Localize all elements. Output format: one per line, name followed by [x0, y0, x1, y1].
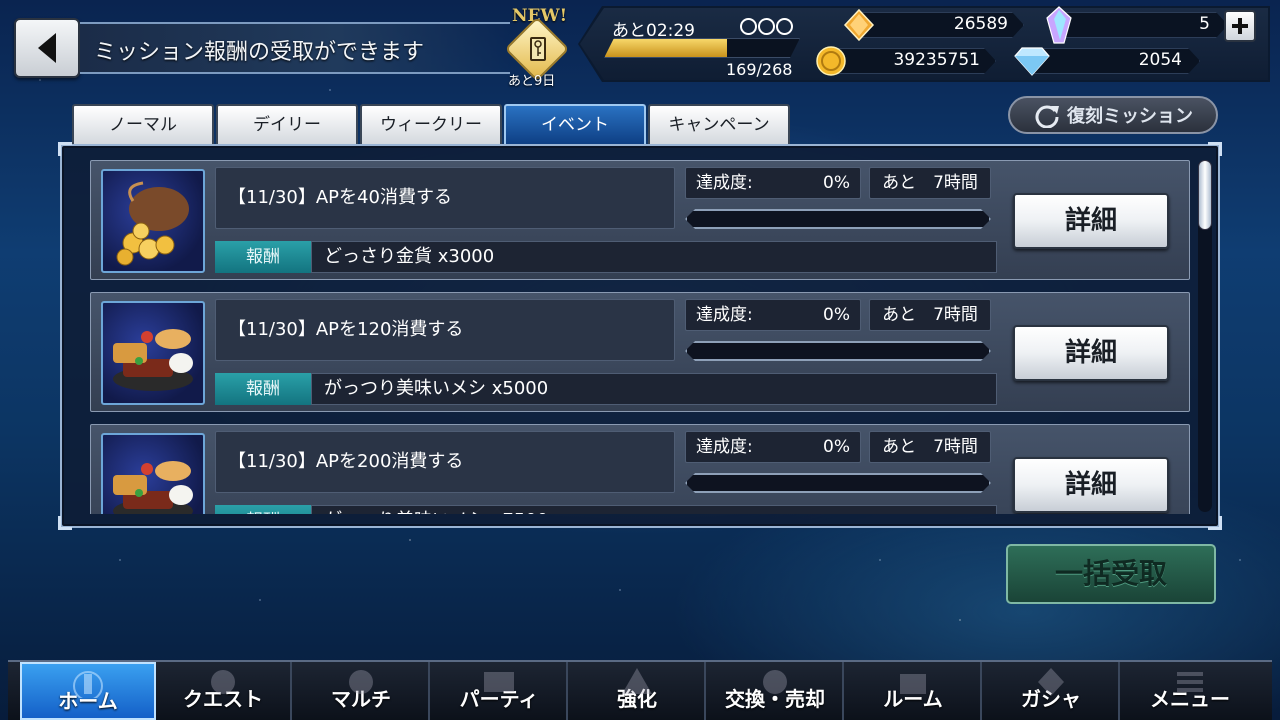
nav-home[interactable]: ホーム: [20, 662, 156, 720]
mission-list[interactable]: 【11/30】APを40消費する 報酬 どっさり金貨 x3000 達成度: 0%…: [90, 158, 1190, 514]
diamond-value: 2054: [1138, 50, 1182, 70]
reward-text: がっつり美味いメシ x5000: [311, 373, 997, 405]
party-icon: [484, 672, 514, 692]
amber-gem-icon: [843, 8, 875, 42]
panel-corner: [1208, 516, 1222, 530]
progress-bar: [685, 209, 991, 229]
time-left: あと 7時間: [869, 167, 991, 199]
room-icon: [900, 674, 926, 694]
progress-label: 達成度:: [696, 437, 753, 457]
progress-bar: [685, 473, 991, 493]
mission-row: 【11/30】APを200消費する 報酬 がっつり美味いメシ x7500 達成度…: [90, 424, 1190, 514]
food-platter-icon: [101, 433, 205, 514]
progress-box: 達成度: 0%: [685, 299, 861, 331]
gacha-icon: [1038, 668, 1064, 696]
tab-daily[interactable]: デイリー: [216, 104, 358, 144]
gold-coin-icon: [816, 46, 846, 76]
crystal-icon: [1046, 6, 1072, 44]
nav-menu[interactable]: メニュー: [1122, 662, 1258, 720]
nav-quest[interactable]: クエスト: [156, 662, 292, 720]
key-icon: [530, 37, 546, 61]
home-icon: [73, 671, 103, 698]
nav-multi[interactable]: マルチ: [294, 662, 430, 720]
detail-button[interactable]: 詳細: [1013, 325, 1169, 381]
panel-corner: [1208, 142, 1222, 156]
mission-row: 【11/30】APを40消費する 報酬 どっさり金貨 x3000 達成度: 0%…: [90, 160, 1190, 280]
detail-button[interactable]: 詳細: [1013, 457, 1169, 513]
restore-missions-button[interactable]: 復刻ミッション: [1008, 96, 1218, 134]
reward-label: 報酬: [215, 241, 311, 273]
diamond-icon: [1014, 47, 1050, 76]
reward-text: どっさり金貨 x3000: [311, 241, 997, 273]
nav-enhance[interactable]: 強化: [570, 662, 706, 720]
ap-timer: あと02:29: [612, 21, 695, 41]
nav-gacha[interactable]: ガシャ: [984, 662, 1120, 720]
progress-box: 達成度: 0%: [685, 167, 861, 199]
multi-icon: [349, 670, 373, 694]
scrollbar-thumb[interactable]: [1198, 160, 1212, 230]
food-platter-icon: [101, 301, 205, 405]
nav-room[interactable]: ルーム: [846, 662, 982, 720]
back-button[interactable]: [14, 18, 80, 78]
progress-percent: 0%: [823, 173, 850, 193]
refresh-icon: [1035, 105, 1059, 128]
reward-label: 報酬: [215, 373, 311, 405]
progress-percent: 0%: [823, 437, 850, 457]
crystal-value: 5: [1199, 14, 1210, 34]
reward-label: 報酬: [215, 505, 311, 514]
quest-icon: [211, 670, 235, 694]
progress-percent: 0%: [823, 305, 850, 325]
ap-bar: [604, 38, 800, 58]
panel-corner: [58, 516, 72, 530]
menu-icon: [1177, 672, 1203, 692]
detail-button[interactable]: 詳細: [1013, 193, 1169, 249]
add-crystal-button[interactable]: [1224, 10, 1256, 42]
ap-dots-icon: [740, 18, 793, 35]
mission-row: 【11/30】APを120消費する 報酬 がっつり美味いメシ x5000 達成度…: [90, 292, 1190, 412]
back-arrow-icon: [38, 33, 56, 63]
mission-description: 【11/30】APを120消費する: [215, 299, 675, 361]
amber-value: 26589: [953, 14, 1008, 34]
reward-text: がっつり美味いメシ x7500: [311, 505, 997, 514]
page-title: ミッション報酬の受取ができます: [94, 40, 425, 65]
nav-party[interactable]: パーティ: [432, 662, 568, 720]
panel-corner: [58, 142, 72, 156]
event-badge[interactable]: NEW! あと9日: [504, 6, 572, 89]
plus-icon: [1232, 18, 1248, 34]
time-left: あと 7時間: [869, 431, 991, 463]
progress-label: 達成度:: [696, 173, 753, 193]
ap-count: 169/268: [726, 60, 793, 79]
mission-description: 【11/30】APを40消費する: [215, 167, 675, 229]
gold-bag-icon: [101, 169, 205, 273]
enhance-icon: [622, 668, 652, 694]
gold-value: 39235751: [893, 50, 980, 70]
progress-bar: [685, 341, 991, 361]
ap-bar-fill: [605, 39, 727, 57]
time-left: あと 7時間: [869, 299, 991, 331]
days-left-label: あと9日: [508, 74, 556, 89]
exchange-icon: [763, 670, 787, 694]
nav-exchange-sell[interactable]: 交換・売却: [708, 662, 844, 720]
tab-campaign[interactable]: キャンペーン: [648, 104, 790, 144]
progress-label: 達成度:: [696, 305, 753, 325]
mission-description: 【11/30】APを200消費する: [215, 431, 675, 493]
bulk-receive-button[interactable]: 一括受取: [1006, 544, 1216, 604]
tab-weekly[interactable]: ウィークリー: [360, 104, 502, 144]
progress-box: 達成度: 0%: [685, 431, 861, 463]
tab-normal[interactable]: ノーマル: [72, 104, 214, 144]
restore-missions-label: 復刻ミッション: [1067, 106, 1193, 127]
tab-event[interactable]: イベント: [504, 104, 646, 144]
